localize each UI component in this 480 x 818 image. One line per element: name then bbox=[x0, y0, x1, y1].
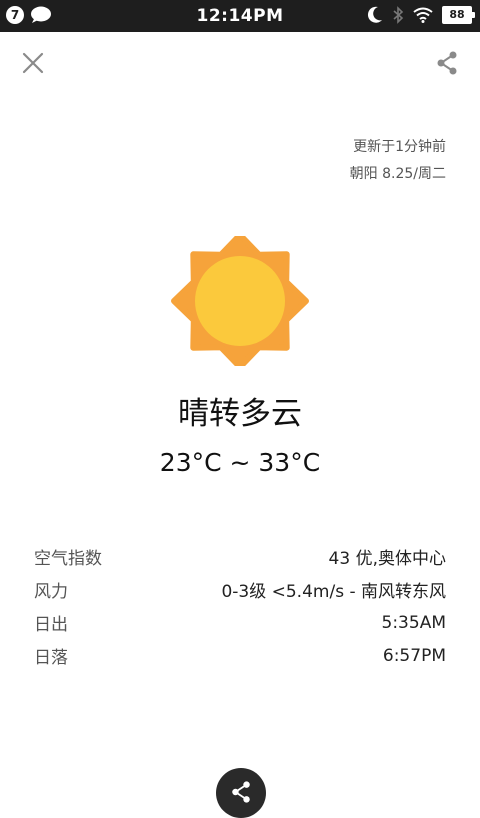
air-quality-value: 43 优,奥体中心 bbox=[328, 549, 446, 569]
bluetooth-icon bbox=[393, 6, 404, 24]
share-button[interactable] bbox=[216, 768, 266, 818]
temperature-range: 23°C ~ 33°C bbox=[159, 448, 321, 477]
air-quality-label: 空气指数 bbox=[34, 549, 102, 569]
wifi-icon bbox=[413, 7, 433, 23]
updated-time-text: 更新于1分钟前 bbox=[353, 139, 446, 155]
battery-indicator: 88 bbox=[442, 6, 475, 24]
share-icon bbox=[232, 781, 250, 803]
detail-row-air-quality: 空气指数 43 优,奥体中心 bbox=[34, 540, 446, 573]
status-bar: 7 12:14PM 88 bbox=[0, 0, 480, 32]
status-right: 88 bbox=[367, 6, 475, 24]
location-date-text: 朝阳 8.25/周二 bbox=[349, 166, 446, 182]
sunrise-value: 5:35AM bbox=[381, 612, 446, 633]
sunrise-label: 日出 bbox=[34, 615, 68, 635]
weather-condition: 晴转多云 bbox=[178, 396, 302, 432]
wind-value: 0-3级 <5.4m/s - 南风转东风 bbox=[221, 582, 446, 602]
detail-row-sunset: 日落 6:57PM bbox=[34, 639, 446, 672]
sun-icon bbox=[171, 236, 309, 366]
sunset-value: 6:57PM bbox=[382, 645, 446, 666]
weather-details: 空气指数 43 优,奥体中心 风力 0-3级 <5.4m/s - 南风转东风 日… bbox=[34, 540, 446, 672]
share-icon[interactable] bbox=[434, 50, 460, 76]
detail-row-sunrise: 日出 5:35AM bbox=[34, 606, 446, 639]
close-icon[interactable] bbox=[20, 50, 46, 76]
moon-icon bbox=[367, 6, 382, 23]
sunset-label: 日落 bbox=[34, 648, 68, 668]
wind-label: 风力 bbox=[34, 582, 68, 602]
detail-row-wind: 风力 0-3级 <5.4m/s - 南风转东风 bbox=[34, 573, 446, 606]
